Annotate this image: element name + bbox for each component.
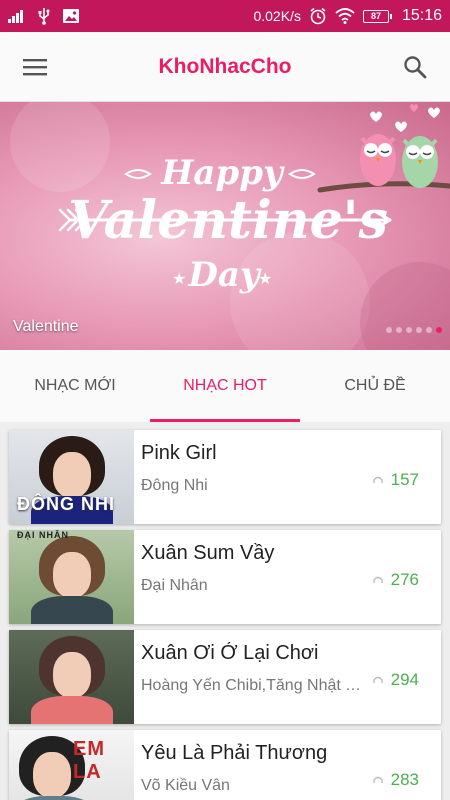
status-bar: 0.02K/s 87 15:16 [0, 0, 450, 32]
alarm-icon [310, 7, 326, 25]
song-title: Pink Girl [141, 442, 217, 464]
svg-text:★: ★ [172, 269, 186, 288]
play-count-group: 157 [372, 470, 419, 490]
battery-icon: 87 [362, 9, 392, 23]
indicator-dot[interactable] [386, 327, 392, 333]
song-thumbnail [9, 630, 134, 724]
banner-indicator [386, 327, 442, 333]
menu-button[interactable] [0, 32, 70, 102]
battery-level: 87 [362, 9, 389, 23]
song-item[interactable]: ĐẠI NHÂN Xuân Sum Vầy Đại Nhân 276 [9, 530, 441, 624]
song-thumbnail: ĐẠI NHÂN [9, 530, 134, 624]
song-list: ĐÔNG NHI Pink Girl Đông Nhi 157 ĐẠI NHÂN… [0, 422, 450, 800]
search-button[interactable] [380, 32, 450, 102]
play-count: 157 [390, 470, 419, 489]
wifi-icon [335, 8, 355, 24]
banner-art-text-happy: Happy [160, 153, 285, 193]
tab-chu-de[interactable]: CHỦ ĐỀ [300, 350, 450, 422]
headphones-icon [372, 676, 383, 683]
song-thumbnail: ĐÔNG NHI [9, 430, 134, 524]
headphones-icon [372, 576, 383, 583]
indicator-dot[interactable] [406, 327, 412, 333]
play-count: 276 [390, 570, 419, 589]
tab-nhac-hot[interactable]: NHẠC HOT [150, 350, 300, 422]
valentine-banner-art: ★ ★ Happy Valentine's Day [10, 102, 450, 350]
song-title: Yêu Là Phải Thương [141, 742, 328, 764]
banner-art-text-day: Day [187, 255, 262, 295]
song-artist: Đại Nhân [141, 577, 208, 594]
banner-slider[interactable]: ★ ★ Happy Valentine's Day Valentine [0, 102, 450, 350]
headphones-icon [372, 476, 383, 483]
usb-icon [38, 8, 50, 25]
play-count-group: 283 [372, 770, 419, 790]
status-left [8, 7, 80, 25]
network-speed: 0.02K/s [253, 8, 301, 24]
signal-icon [8, 10, 23, 23]
hamburger-icon [23, 58, 47, 75]
indicator-dot[interactable] [396, 327, 402, 333]
play-count: 283 [390, 770, 419, 789]
category-tabs: NHẠC MỚI NHẠC HOT CHỦ ĐỀ [0, 350, 450, 422]
image-icon [63, 9, 79, 23]
tab-nhac-moi[interactable]: NHẠC MỚI [0, 350, 150, 422]
play-count: 294 [390, 670, 419, 689]
svg-text:★: ★ [258, 269, 272, 288]
indicator-dot[interactable] [416, 327, 422, 333]
play-count-group: 294 [372, 670, 419, 690]
app-title: KhoNhacCho [158, 54, 292, 78]
banner-art-text-valentines: Valentine's [68, 190, 388, 251]
headphones-icon [372, 776, 383, 783]
banner-caption: Valentine [13, 318, 79, 335]
song-title: Xuân Ơi Ở Lại Chơi [141, 642, 319, 664]
app-bar: KhoNhacCho [0, 32, 450, 102]
indicator-dot[interactable] [426, 327, 432, 333]
thumbnail-text: ĐẠI NHÂN [17, 530, 69, 540]
song-artist: Hoàng Yến Chibi,Tăng Nhật Tuệ [141, 677, 369, 694]
song-item[interactable]: ĐÔNG NHI Pink Girl Đông Nhi 157 [9, 430, 441, 524]
clock: 15:16 [401, 7, 442, 24]
song-item[interactable]: Xuân Ơi Ở Lại Chơi Hoàng Yến Chibi,Tăng … [9, 630, 441, 724]
song-item[interactable]: EM LA Yêu Là Phải Thương Võ Kiều Vân 283 [9, 730, 441, 800]
status-right: 0.02K/s 87 15:16 [253, 7, 442, 25]
play-count-group: 276 [372, 570, 419, 590]
thumbnail-text: ĐÔNG NHI [17, 494, 115, 514]
song-artist: Đông Nhi [141, 477, 208, 494]
thumbnail-text: EM LA [73, 738, 105, 783]
song-artist: Võ Kiều Vân [141, 777, 230, 794]
search-icon [404, 55, 427, 78]
indicator-dot-active[interactable] [436, 327, 442, 333]
song-thumbnail: EM LA [9, 730, 134, 800]
song-title: Xuân Sum Vầy [141, 542, 275, 564]
